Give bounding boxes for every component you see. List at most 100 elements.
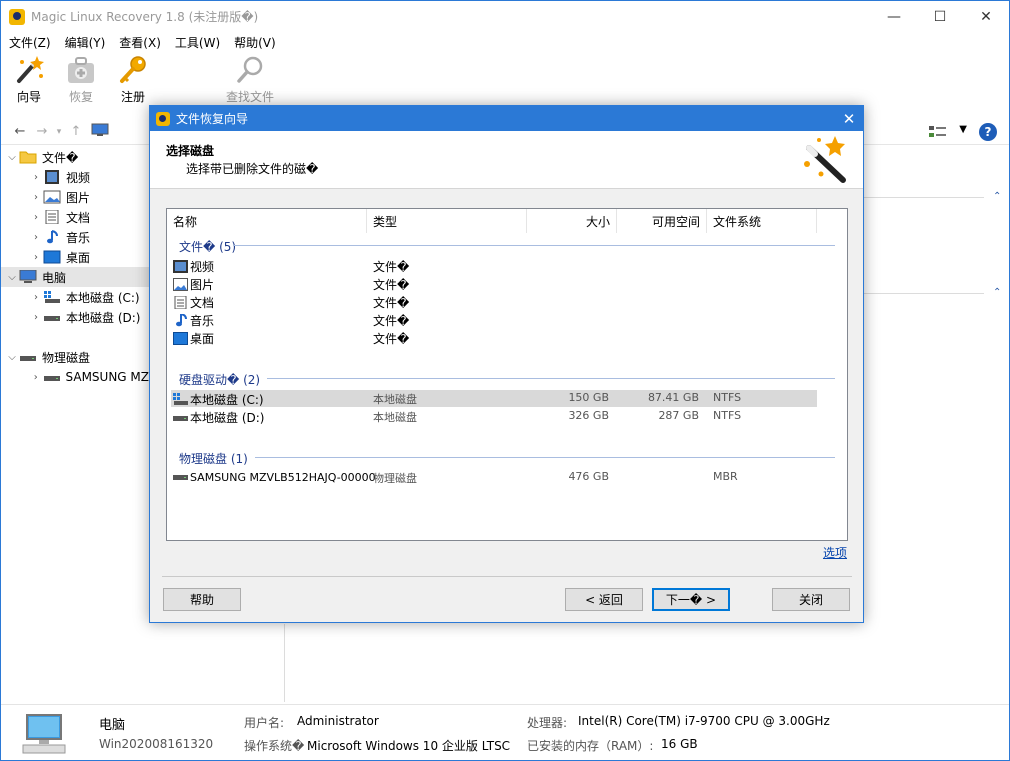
row-name: SAMSUNG MZVLB512HAJQ-00000: [190, 471, 376, 484]
collapsed-chevron-icon[interactable]: ›: [29, 312, 43, 323]
tree-label: SAMSUNG MZ: [65, 370, 149, 384]
status-bar: 电脑 Win202008161320 用户名: Administrator 操作…: [1, 704, 1009, 760]
help-button[interactable]: 帮助: [163, 588, 241, 611]
expanded-chevron-icon[interactable]: ⌵: [5, 352, 19, 363]
wizard-button[interactable]: 向导: [3, 52, 55, 108]
collapsed-chevron-icon[interactable]: ›: [29, 192, 43, 203]
list-row-documents[interactable]: 文档 文件�: [171, 293, 817, 310]
row-name: 本地磁盘 (D:): [190, 411, 265, 425]
collapse-section-icon[interactable]: ⌃: [993, 287, 1001, 298]
column-header-filesystem[interactable]: 文件系统: [707, 209, 817, 233]
computer-location-icon[interactable]: [91, 123, 109, 140]
up-arrow-icon[interactable]: ↑: [65, 124, 87, 139]
menu-file[interactable]: 文件(Z): [9, 34, 51, 51]
list-row-drive-d[interactable]: 本地磁盘 (D:) 本地磁盘 326 GB 287 GB NTFS: [171, 408, 817, 425]
menu-view[interactable]: 查看(X): [119, 34, 161, 51]
video-icon: [173, 260, 188, 273]
collapse-section-icon[interactable]: ⌃: [993, 191, 1001, 202]
minimize-button[interactable]: —: [871, 1, 917, 32]
tree-item-physical-disks[interactable]: ⌵ 物理磁盘: [1, 347, 149, 367]
document-icon: [173, 295, 188, 310]
collapsed-chevron-icon[interactable]: ›: [29, 232, 43, 243]
tree-item-files-root[interactable]: ⌵ 文件�: [1, 147, 149, 167]
collapsed-chevron-icon[interactable]: ›: [29, 172, 43, 183]
row-type: 文件�: [373, 314, 410, 328]
tree-label: 物理磁盘: [42, 350, 91, 365]
toolbar: 向导 恢复 注册 查找文件: [1, 52, 1009, 108]
close-window-button[interactable]: ✕: [963, 1, 1009, 32]
video-icon: [43, 170, 61, 184]
column-header-size[interactable]: 大小: [527, 209, 617, 233]
list-row-desktop[interactable]: 桌面 文件�: [171, 329, 817, 346]
disk-list: 名称 类型 大小 可用空间 文件系统 文件� (5) 视频 文件� 图片 文件�…: [166, 208, 848, 541]
forward-arrow-icon[interactable]: →: [31, 124, 53, 139]
help-icon[interactable]: ?: [979, 123, 997, 141]
tree-item-drive-d[interactable]: › 本地磁盘 (D:): [1, 307, 149, 327]
row-name: 桌面: [190, 332, 215, 346]
view-mode-icon[interactable]: [929, 125, 947, 142]
list-row-drive-c[interactable]: 本地磁盘 (C:) 本地磁盘 150 GB 87.41 GB NTFS: [171, 390, 817, 407]
list-row-music[interactable]: 音乐 文件�: [171, 311, 817, 328]
tree-item-samsung[interactable]: › SAMSUNG MZ: [1, 367, 149, 387]
row-free-space: 287 GB: [658, 409, 699, 422]
options-link[interactable]: 选项: [823, 544, 847, 561]
column-header-name[interactable]: 名称: [173, 209, 367, 233]
tree-item-drive-c[interactable]: › 本地磁盘 (C:): [1, 287, 149, 307]
first-aid-kit-icon: [65, 54, 97, 86]
close-button[interactable]: 关闭: [772, 588, 850, 611]
column-label: 类型: [373, 214, 398, 229]
next-button[interactable]: 下一� >: [652, 588, 730, 611]
collapsed-chevron-icon[interactable]: ›: [29, 372, 43, 383]
collapsed-chevron-icon[interactable]: ›: [29, 292, 43, 303]
tree-item-music[interactable]: › 音乐: [1, 227, 149, 247]
row-type: 文件�: [373, 278, 410, 292]
recover-button[interactable]: 恢复: [55, 52, 107, 108]
tree-item-pictures[interactable]: › 图片: [1, 187, 149, 207]
menu-tools[interactable]: 工具(W): [175, 34, 220, 51]
column-header-type[interactable]: 类型: [373, 209, 527, 233]
dialog-close-icon[interactable]: ✕: [835, 106, 863, 131]
computer-name: Win202008161320: [99, 737, 214, 751]
section-divider: [864, 293, 984, 294]
menu-edit[interactable]: 编辑(Y): [65, 34, 106, 51]
column-label: 大小: [585, 214, 610, 229]
desktop-icon: [173, 332, 188, 345]
drive-icon: [173, 411, 188, 424]
menu-help[interactable]: 帮助(V): [234, 34, 276, 51]
list-row-pictures[interactable]: 图片 文件�: [171, 275, 817, 292]
history-dropdown-icon[interactable]: ▾: [53, 127, 65, 137]
group-header-hard-drives: 硬盘驱动� (2): [179, 373, 261, 387]
tree-item-video[interactable]: › 视频: [1, 167, 149, 187]
row-size: 326 GB: [568, 409, 609, 422]
expanded-chevron-icon[interactable]: ⌵: [5, 272, 19, 283]
footer-divider: [162, 576, 852, 577]
window-title: Magic Linux Recovery 1.8 (未注册版�): [31, 10, 259, 24]
recovery-wizard-dialog: 文件恢复向导 ✕ 选择磁盘 选择带已删除文件的磁� 名称 类型 大小 可用空间 …: [149, 105, 864, 623]
expanded-chevron-icon[interactable]: ⌵: [5, 152, 19, 163]
collapsed-chevron-icon[interactable]: ›: [29, 252, 43, 263]
drive-icon: [43, 370, 61, 384]
row-name: 本地磁盘 (C:): [190, 393, 264, 407]
tree-item-computer[interactable]: ⌵ 电脑: [1, 267, 149, 287]
row-type: 文件�: [373, 296, 410, 310]
back-button[interactable]: < 返回: [565, 588, 643, 611]
column-header-free[interactable]: 可用空间: [617, 209, 707, 233]
row-free-space: 87.41 GB: [647, 391, 699, 404]
view-dropdown-icon[interactable]: ▼: [959, 124, 967, 135]
find-file-button[interactable]: 查找文件: [215, 52, 285, 108]
list-row-video[interactable]: 视频 文件�: [171, 257, 817, 274]
collapsed-chevron-icon[interactable]: ›: [29, 212, 43, 223]
tree-label: 音乐: [66, 230, 91, 245]
register-button[interactable]: 注册: [107, 52, 159, 108]
tree-item-desktop[interactable]: › 桌面: [1, 247, 149, 267]
back-arrow-icon[interactable]: ←: [9, 124, 31, 139]
maximize-button[interactable]: ☐: [917, 1, 963, 32]
list-row-samsung[interactable]: SAMSUNG MZVLB512HAJQ-00000 物理磁盘 476 GB M…: [171, 469, 817, 486]
dialog-heading: 选择磁盘: [166, 144, 215, 158]
drive-icon: [19, 350, 37, 364]
tree-item-documents[interactable]: › 文档: [1, 207, 149, 227]
row-type: 本地磁盘: [373, 393, 417, 406]
ram-value: 16 GB: [661, 737, 698, 751]
recover-label: 恢复: [68, 90, 93, 104]
